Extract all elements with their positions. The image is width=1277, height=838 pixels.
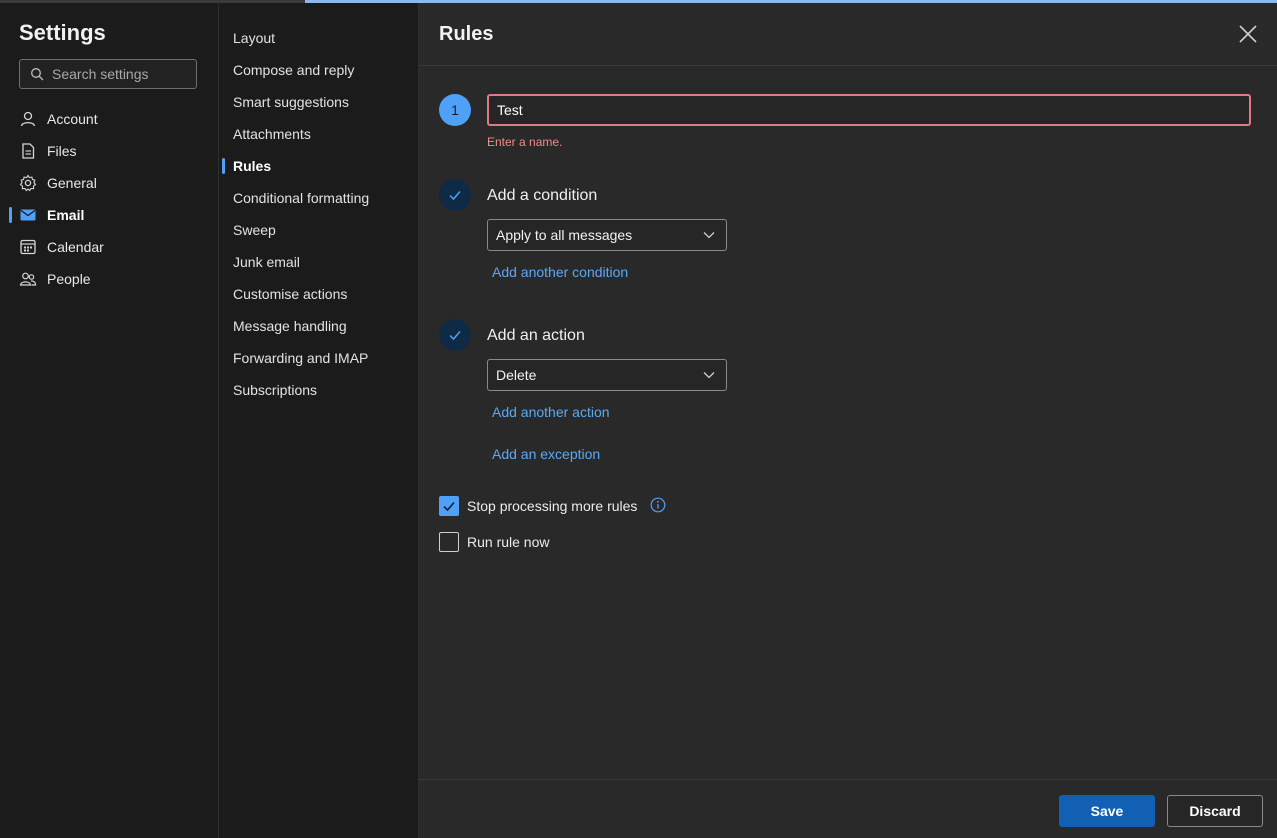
- add-exception-link[interactable]: Add an exception: [492, 446, 600, 462]
- checkmark-icon: [443, 501, 455, 512]
- close-button[interactable]: [1237, 23, 1259, 45]
- search-input[interactable]: [50, 65, 194, 83]
- sidebar-item-label: Calendar: [47, 239, 104, 255]
- calendar-icon: [19, 238, 37, 256]
- nav-item-message-handling[interactable]: Message handling: [219, 310, 418, 342]
- email-subcategory-list: Layout Compose and reply Smart suggestio…: [219, 22, 418, 406]
- sidebar-item-account[interactable]: Account: [0, 103, 218, 135]
- nav-item-compose-and-reply[interactable]: Compose and reply: [219, 54, 418, 86]
- nav-item-forwarding-and-imap[interactable]: Forwarding and IMAP: [219, 342, 418, 374]
- chevron-down-icon: [703, 232, 715, 239]
- step-number-badge: 1: [439, 94, 471, 126]
- action-dropdown[interactable]: Delete: [487, 359, 727, 391]
- sidebar-item-people[interactable]: People: [0, 263, 218, 295]
- condition-selected-value: Apply to all messages: [496, 227, 633, 243]
- nav-item-junk-email[interactable]: Junk email: [219, 246, 418, 278]
- chevron-down-icon: [703, 372, 715, 379]
- gear-icon: [19, 174, 37, 192]
- nav-item-conditional-formatting[interactable]: Conditional formatting: [219, 182, 418, 214]
- nav-item-sweep[interactable]: Sweep: [219, 214, 418, 246]
- settings-title: Settings: [19, 20, 106, 45]
- footer-divider: [419, 779, 1277, 780]
- info-icon[interactable]: [650, 497, 666, 513]
- sidebar-item-general[interactable]: General: [0, 167, 218, 199]
- add-another-condition-link[interactable]: Add another condition: [492, 264, 628, 280]
- action-step-check-icon: [439, 319, 471, 351]
- stop-processing-checkbox[interactable]: [439, 496, 459, 516]
- person-icon: [19, 110, 37, 128]
- stop-processing-label: Stop processing more rules: [467, 498, 638, 514]
- search-box[interactable]: [19, 59, 197, 89]
- run-rule-now-label: Run rule now: [467, 534, 550, 550]
- settings-category-list: Account Files General Email Calendar Peo…: [0, 103, 218, 295]
- mail-icon: [19, 206, 37, 224]
- condition-step-check-icon: [439, 179, 471, 211]
- rules-panel: Rules 1 Enter a name. Add a condition Ap…: [419, 3, 1277, 838]
- sidebar-item-label: People: [47, 271, 91, 287]
- rule-name-field[interactable]: [487, 94, 1251, 126]
- search-icon: [31, 68, 44, 81]
- sidebar-item-label: General: [47, 175, 97, 191]
- people-icon: [19, 270, 37, 288]
- sidebar-item-calendar[interactable]: Calendar: [0, 231, 218, 263]
- name-error-message: Enter a name.: [487, 135, 563, 149]
- sidebar-item-label: Files: [47, 143, 77, 159]
- header-divider: [419, 65, 1277, 66]
- email-settings-nav: Layout Compose and reply Smart suggestio…: [219, 3, 419, 838]
- settings-sidebar: Settings Account Files General Email Cal…: [0, 3, 219, 838]
- condition-title: Add a condition: [487, 187, 598, 204]
- close-icon: [1239, 25, 1257, 43]
- sidebar-item-email[interactable]: Email: [0, 199, 218, 231]
- discard-button[interactable]: Discard: [1167, 795, 1263, 827]
- nav-item-subscriptions[interactable]: Subscriptions: [219, 374, 418, 406]
- action-title: Add an action: [487, 327, 585, 344]
- sidebar-item-label: Account: [47, 111, 98, 127]
- save-button[interactable]: Save: [1059, 795, 1155, 827]
- add-another-action-link[interactable]: Add another action: [492, 404, 610, 420]
- run-rule-now-checkbox[interactable]: [439, 532, 459, 552]
- nav-item-smart-suggestions[interactable]: Smart suggestions: [219, 86, 418, 118]
- sidebar-item-label: Email: [47, 207, 85, 223]
- action-selected-value: Delete: [496, 367, 537, 383]
- nav-item-layout[interactable]: Layout: [219, 22, 418, 54]
- condition-dropdown[interactable]: Apply to all messages: [487, 219, 727, 251]
- file-icon: [19, 142, 37, 160]
- page-title: Rules: [439, 23, 494, 45]
- nav-item-customise-actions[interactable]: Customise actions: [219, 278, 418, 310]
- nav-item-attachments[interactable]: Attachments: [219, 118, 418, 150]
- nav-item-rules[interactable]: Rules: [219, 150, 418, 182]
- sidebar-item-files[interactable]: Files: [0, 135, 218, 167]
